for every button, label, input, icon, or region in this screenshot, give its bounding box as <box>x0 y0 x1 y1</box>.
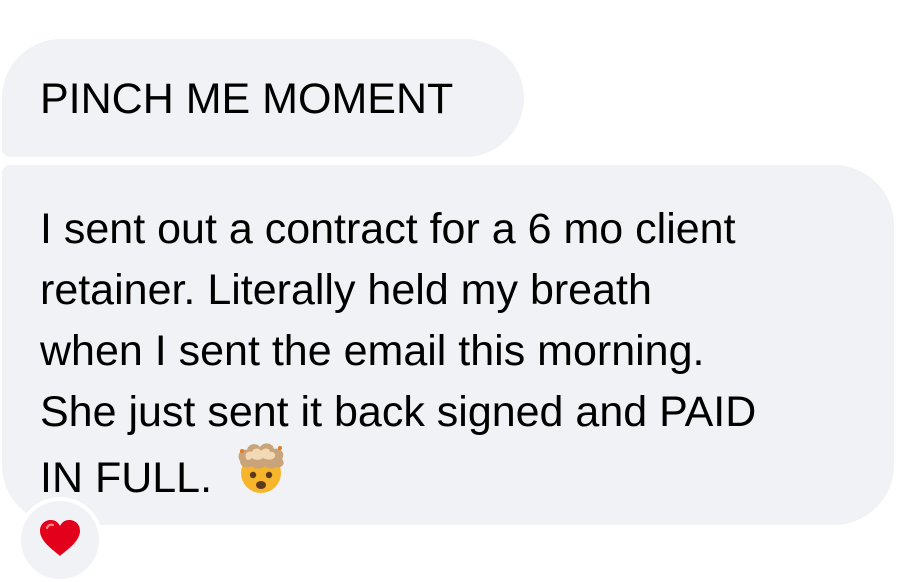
message-text: PINCH ME MOMENT <box>40 75 454 123</box>
exploding-head-icon <box>232 439 290 514</box>
message-bubble[interactable]: PINCH ME MOMENT <box>2 39 524 157</box>
reaction-badge[interactable] <box>17 497 103 582</box>
message-text: I sent out a contract for a 6 mo client … <box>40 199 870 518</box>
message-line: She just sent it back signed and PAID <box>40 388 757 436</box>
red-heart-icon <box>38 518 82 563</box>
message-line-last: IN FULL. <box>40 443 870 518</box>
message-bubble[interactable]: I sent out a contract for a 6 mo client … <box>2 165 894 525</box>
message-line: when I sent the email this morning. <box>40 327 705 375</box>
message-line: retainer. Literally held my breath <box>40 266 652 314</box>
message-line: I sent out a contract for a 6 mo client <box>40 205 736 253</box>
message-line: IN FULL. <box>40 453 213 502</box>
